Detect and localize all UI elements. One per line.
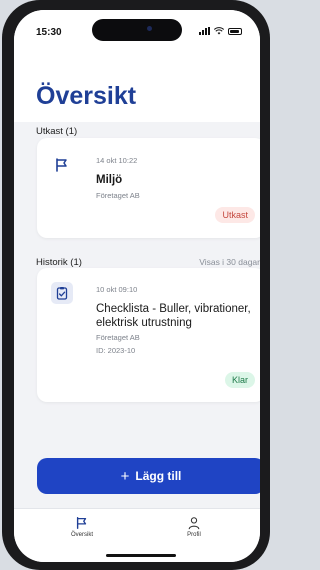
dynamic-island bbox=[92, 19, 182, 41]
tab-oversikt-label: Översikt bbox=[70, 532, 93, 538]
tab-profil-label: Profil bbox=[187, 532, 201, 538]
history-company: Företaget AB bbox=[96, 333, 140, 342]
add-button-label: Lägg till bbox=[135, 469, 182, 483]
history-title-line2: elektrisk utrustning bbox=[96, 317, 192, 329]
history-card[interactable]: 10 okt 09:10 Checklista - Buller, vibrat… bbox=[37, 268, 260, 402]
add-button[interactable]: + Lägg till bbox=[37, 458, 260, 494]
history-timestamp: 10 okt 09:10 bbox=[96, 285, 138, 294]
person-icon bbox=[188, 517, 200, 530]
tab-profil[interactable]: Profil bbox=[164, 516, 224, 538]
flag-icon bbox=[76, 517, 87, 529]
drafts-section-label: Utkast (1) bbox=[36, 126, 78, 137]
history-status-badge: Klar bbox=[224, 372, 255, 388]
draft-timestamp: 14 okt 10:22 bbox=[96, 156, 138, 165]
history-retention-hint: Visas i 30 dagar bbox=[199, 257, 260, 267]
camera-dot bbox=[147, 26, 152, 31]
status-icons bbox=[199, 27, 242, 35]
draft-title: Miljö bbox=[96, 174, 123, 186]
status-bar: 15:30 bbox=[14, 10, 260, 50]
wifi-icon bbox=[214, 27, 224, 35]
home-indicator bbox=[106, 554, 176, 557]
plus-icon: + bbox=[120, 467, 130, 485]
draft-status-badge: Utkast bbox=[215, 207, 255, 223]
app-screen: 15:30 Översikt Utkast (1) 14 okt 10:22 M… bbox=[14, 10, 260, 562]
flag-icon bbox=[51, 154, 73, 176]
draft-company: Företaget AB bbox=[96, 191, 140, 200]
tab-oversikt[interactable]: Översikt bbox=[52, 516, 112, 538]
page-title: Översikt bbox=[36, 82, 137, 110]
history-section-label: Historik (1) bbox=[36, 257, 82, 268]
history-title-line1: Checklista - Buller, vibrationer, bbox=[96, 303, 251, 315]
battery-icon bbox=[228, 27, 242, 35]
signal-icon bbox=[199, 27, 210, 35]
clipboard-icon bbox=[51, 282, 73, 304]
phone-frame: 15:30 Översikt Utkast (1) 14 okt 10:22 M… bbox=[2, 0, 270, 570]
history-id: ID: 2023-10 bbox=[96, 346, 136, 355]
status-time: 15:30 bbox=[36, 27, 62, 38]
draft-card[interactable]: 14 okt 10:22 Miljö Företaget AB Utkast bbox=[37, 138, 260, 238]
